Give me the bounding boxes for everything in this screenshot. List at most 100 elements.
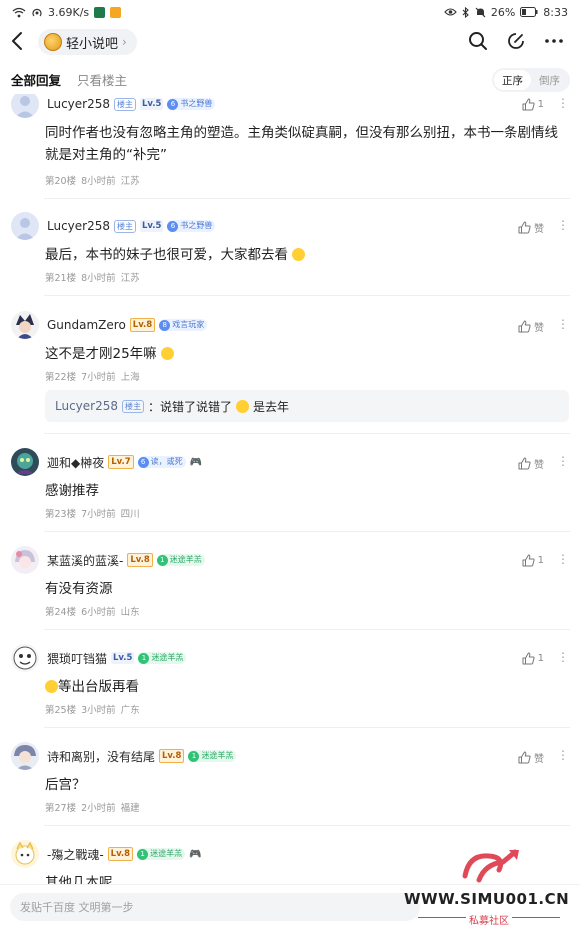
user-info: 某蓝溪的蓝溪- Lv.8 1 迷途羊羔 bbox=[47, 551, 205, 569]
tab-op-only[interactable]: 只看楼主 bbox=[77, 70, 127, 89]
reply-text: 这不是才刚25年嘛 bbox=[45, 346, 157, 362]
like-button[interactable]: 赞 bbox=[518, 750, 544, 765]
title-badge: 1 迷途羊羔 bbox=[156, 554, 205, 566]
more-options-button[interactable]: ⋮ bbox=[557, 219, 569, 231]
avatar[interactable] bbox=[11, 840, 39, 868]
reply-location: 江苏 bbox=[120, 176, 140, 187]
level-badge: Lv.5 bbox=[140, 220, 164, 232]
gem-icon: 1 bbox=[138, 652, 150, 664]
sort-desc-button[interactable]: 倒序 bbox=[531, 70, 568, 90]
title-badge: 1 迷途羊羔 bbox=[138, 652, 187, 664]
more-options-button[interactable]: ⋮ bbox=[557, 553, 569, 565]
reply-meta: 第23楼 7小时前 四川 bbox=[45, 506, 140, 520]
username[interactable]: 猥琐叮铛猫 bbox=[47, 650, 107, 667]
gem-icon: 1 bbox=[137, 848, 149, 860]
header-actions bbox=[466, 28, 566, 54]
more-options-button[interactable]: ⋮ bbox=[557, 97, 569, 109]
more-options-button[interactable]: ⋮ bbox=[557, 455, 569, 467]
sub-reply[interactable]: Lucyer258 楼主 ：说错了说错了 是去年 bbox=[45, 390, 569, 422]
thumbs-up-icon bbox=[518, 457, 531, 470]
level-badge: Lv.5 bbox=[140, 98, 164, 110]
clock: 8:33 bbox=[543, 5, 568, 19]
forum-logo-icon bbox=[44, 33, 62, 51]
thumbs-up-icon bbox=[522, 652, 535, 665]
reply-list[interactable]: Lucyer258 楼主 Lv.5 6 书之野兽 1 ⋮ 同时作者也没有忽略主角的… bbox=[0, 94, 580, 884]
bottom-bar bbox=[0, 884, 580, 928]
user-info: 诗和离别，没有结尾 Lv.8 1 迷途羊羔 bbox=[47, 747, 237, 765]
sub-reply-username[interactable]: Lucyer258 bbox=[55, 399, 118, 413]
like-button[interactable]: 赞 bbox=[518, 319, 544, 334]
avatar[interactable] bbox=[11, 212, 39, 240]
reply-location: 上海 bbox=[120, 372, 140, 383]
username[interactable]: Lucyer258 bbox=[47, 219, 110, 233]
user-info: Lucyer258 楼主 Lv.5 6 书之野兽 bbox=[47, 217, 216, 235]
sort-toggle: 正序 倒序 bbox=[492, 68, 570, 92]
reply-content: 感谢推荐 bbox=[45, 483, 99, 499]
title-badge: 6 读，或死 bbox=[137, 456, 186, 468]
sort-asc-button[interactable]: 正序 bbox=[494, 70, 531, 90]
reply-meta: 第25楼 3小时前 广东 bbox=[45, 702, 140, 716]
reply-time: 8小时前 bbox=[81, 176, 116, 187]
status-left: 3.69K/s bbox=[12, 6, 122, 19]
more-options-button[interactable]: ⋮ bbox=[557, 651, 569, 663]
username[interactable]: 迦和◆榊夜 bbox=[47, 454, 104, 471]
username[interactable]: Lucyer258 bbox=[47, 97, 110, 111]
divider bbox=[44, 198, 570, 199]
gem-icon: 6 bbox=[167, 98, 179, 110]
gem-icon: 6 bbox=[137, 456, 149, 468]
more-options-button[interactable]: ⋮ bbox=[557, 318, 569, 330]
tongue-emoji-icon bbox=[45, 680, 58, 693]
compose-button[interactable] bbox=[504, 28, 528, 54]
forum-name: 轻小说吧 bbox=[66, 36, 119, 52]
reply-location: 江苏 bbox=[120, 273, 140, 284]
reply-filter-tabs: 全部回复 只看楼主 正序 倒序 bbox=[0, 66, 580, 94]
reply-content: 等出台版再看 bbox=[45, 676, 566, 698]
user-info: GundamZero Lv.8 8 戏言玩家 bbox=[47, 316, 208, 334]
header: 轻小说吧 › bbox=[0, 26, 580, 58]
like-button[interactable]: 赞 bbox=[518, 456, 544, 471]
title-text: 迷途羊羔 bbox=[150, 849, 183, 858]
more-options-button[interactable]: ⋮ bbox=[557, 749, 569, 761]
divider bbox=[44, 727, 570, 728]
title-text: 迷途羊羔 bbox=[151, 653, 184, 662]
sub-reply-text-end: 是去年 bbox=[253, 399, 290, 414]
reply-content: 有没有资源 bbox=[45, 581, 113, 597]
like-button[interactable]: 1 bbox=[522, 554, 544, 567]
reply-location: 山东 bbox=[120, 607, 140, 618]
mute-icon bbox=[475, 7, 486, 17]
thumbs-up-icon bbox=[518, 751, 531, 764]
like-button[interactable]: 1 bbox=[522, 652, 544, 665]
like-count: 赞 bbox=[534, 460, 544, 471]
reply-time: 2小时前 bbox=[81, 803, 116, 814]
thumbs-up-icon bbox=[518, 320, 531, 333]
game-controller-icon: 🎮 bbox=[189, 848, 202, 860]
title-badge: 8 戏言玩家 bbox=[159, 319, 208, 331]
username[interactable]: 诗和离别，没有结尾 bbox=[47, 748, 155, 765]
game-controller-icon: 🎮 bbox=[189, 456, 203, 468]
avatar[interactable] bbox=[11, 94, 39, 118]
grimace-emoji-icon bbox=[236, 399, 250, 413]
battery-icon bbox=[520, 7, 538, 17]
reply-meta: 第20楼 8小时前 江苏 bbox=[45, 173, 140, 187]
avatar[interactable] bbox=[11, 644, 39, 672]
title-badge: 1 迷途羊羔 bbox=[137, 848, 186, 860]
username[interactable]: -殤之戰魂- bbox=[47, 846, 104, 863]
search-icon bbox=[469, 32, 487, 50]
eye-icon bbox=[444, 8, 457, 16]
search-button[interactable] bbox=[466, 28, 490, 54]
reply-input[interactable] bbox=[10, 893, 420, 921]
tab-all-replies[interactable]: 全部回复 bbox=[11, 70, 61, 89]
user-info: 迦和◆榊夜 Lv.7 6 读，或死 🎮 bbox=[47, 453, 202, 471]
avatar[interactable] bbox=[11, 742, 39, 770]
like-button[interactable]: 赞 bbox=[518, 220, 544, 235]
username[interactable]: GundamZero bbox=[47, 318, 126, 332]
avatar[interactable] bbox=[11, 448, 39, 476]
title-badge: 6 书之野兽 bbox=[167, 220, 216, 232]
like-button[interactable]: 1 bbox=[522, 98, 544, 111]
back-button[interactable] bbox=[10, 30, 32, 54]
avatar[interactable] bbox=[11, 311, 39, 339]
forum-link[interactable]: 轻小说吧 › bbox=[38, 29, 137, 55]
more-menu-button[interactable] bbox=[542, 28, 566, 54]
username[interactable]: 某蓝溪的蓝溪- bbox=[47, 552, 123, 569]
avatar[interactable] bbox=[11, 546, 39, 574]
